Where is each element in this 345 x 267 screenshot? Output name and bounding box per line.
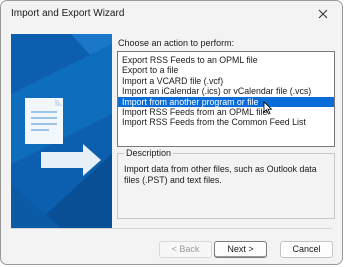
wizard-graphic (11, 34, 112, 228)
close-button[interactable] (314, 5, 332, 23)
action-item[interactable]: Export RSS Feeds to an OPML file (118, 55, 334, 65)
close-icon (318, 9, 328, 19)
next-button[interactable]: Next > (214, 241, 267, 258)
action-item-selected[interactable]: Import from another program or file (118, 96, 334, 107)
title-bar: Import and Export Wizard (1, 1, 342, 27)
description-group: Description Import data from other files… (117, 148, 335, 219)
action-prompt: Choose an action to perform: (118, 38, 235, 48)
description-legend: Description (124, 148, 174, 158)
action-item[interactable]: Import a VCARD file (.vcf) (118, 76, 334, 86)
mouse-pointer-icon (263, 101, 273, 115)
action-item[interactable]: Export to a file (118, 65, 334, 75)
window-title: Import and Export Wizard (11, 8, 125, 19)
wizard-window: Import and Export Wizard Choose an actio… (0, 0, 343, 265)
description-text: Import data from other files, such as Ou… (124, 164, 317, 185)
action-item[interactable]: Import RSS Feeds from the Common Feed Li… (118, 117, 334, 127)
wizard-graphic-art (11, 34, 112, 228)
action-item[interactable]: Import RSS Feeds from an OPML file (118, 107, 334, 117)
document-icon (25, 98, 63, 144)
action-listbox[interactable]: Export RSS Feeds to an OPML file Export … (117, 51, 335, 147)
back-button[interactable]: < Back (159, 241, 212, 258)
footer-divider (11, 228, 332, 229)
cancel-button[interactable]: Cancel (280, 241, 333, 258)
action-item[interactable]: Import an iCalendar (.ics) or vCalendar … (118, 86, 334, 96)
